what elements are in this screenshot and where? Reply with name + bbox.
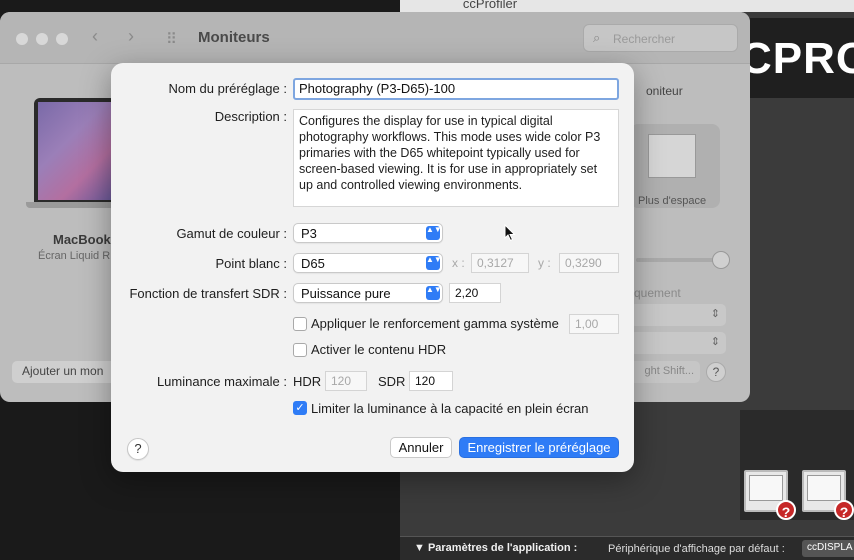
forward-icon[interactable]: › — [128, 26, 134, 47]
preset-name-label: Nom du préréglage : — [168, 81, 287, 96]
laptop-screen — [38, 102, 112, 200]
help-button[interactable]: ? — [706, 362, 726, 382]
window-title: Moniteurs — [198, 29, 270, 46]
sdr-transfer-popup[interactable]: Puissance pure ▲▼ — [293, 283, 443, 303]
monitor-heading: oniteur — [646, 84, 683, 98]
x-field[interactable]: 0,3127 — [471, 253, 529, 273]
macbook-display-image[interactable] — [26, 98, 124, 208]
question-badge-icon: ? — [834, 500, 854, 520]
sdr-transfer-value: Puissance pure — [301, 286, 391, 301]
white-point-label: Point blanc : — [215, 256, 287, 271]
preset-name-field[interactable]: Photography (P3-D65)-100 — [293, 78, 619, 100]
popup-select[interactable]: ⇕ — [630, 332, 726, 354]
y-field[interactable]: 0,3290 — [559, 253, 619, 273]
chevron-updown-icon: ⇕ — [710, 336, 720, 348]
minimize-window-button[interactable] — [36, 33, 48, 45]
apply-gamma-label: Appliquer le renforcement gamma système — [311, 316, 559, 331]
chevron-updown-icon: ⇕ — [710, 308, 720, 320]
mouse-pointer-icon — [504, 224, 516, 242]
add-monitor-button[interactable]: Ajouter un mon — [12, 361, 116, 383]
hdr-luminance-field[interactable]: 120 — [325, 371, 367, 391]
sdr-transfer-label: Fonction de transfert SDR : — [129, 286, 287, 301]
gamut-value: P3 — [301, 226, 317, 241]
grid-icon[interactable]: ⠿ — [166, 30, 177, 48]
auto-brightness-label: quement — [634, 286, 681, 300]
x-label: x : — [452, 256, 465, 270]
laptop-base — [26, 202, 124, 208]
zoom-window-button[interactable] — [56, 33, 68, 45]
stepper-icon: ▲▼ — [426, 226, 442, 240]
sdr-label: SDR — [378, 374, 406, 389]
preset-sheet: Nom du préréglage : Photography (P3-D65)… — [111, 63, 634, 472]
search-field[interactable]: ⌕ Rechercher — [583, 24, 738, 52]
brightness-slider[interactable] — [636, 251, 730, 269]
ccprofiler-title: ccProfiler — [462, 0, 518, 11]
max-luminance-label: Luminance maximale : — [156, 374, 287, 389]
popup-select[interactable]: ⇕ — [630, 304, 726, 326]
question-badge-icon: ? — [776, 500, 796, 520]
apply-gamma-checkbox[interactable] — [293, 317, 307, 331]
default-device-select[interactable]: ccDISPLA — [802, 540, 854, 557]
save-preset-button[interactable]: Enregistrer le préréglage — [459, 437, 619, 458]
display-screen — [749, 475, 783, 501]
y-label: y : — [538, 256, 551, 270]
cancel-button[interactable]: Annuler — [390, 437, 452, 458]
gamut-label: Gamut de couleur : — [176, 226, 287, 241]
close-window-button[interactable] — [16, 33, 28, 45]
gamma-field[interactable]: 2,20 — [449, 283, 501, 303]
app-settings-bar: ▼ Paramètres de l'application : Périphér… — [400, 536, 854, 560]
ccprofiler-logo: CPRO — [740, 34, 854, 83]
back-icon[interactable]: ‹ — [92, 26, 98, 47]
app-settings-toggle[interactable]: ▼ Paramètres de l'application : — [414, 542, 577, 554]
white-point-popup[interactable]: D65 ▲▼ — [293, 253, 443, 273]
display-subtitle: Écran Liquid R — [38, 250, 111, 262]
apply-gamma-field[interactable]: 1,00 — [569, 314, 619, 334]
more-space-preview — [648, 134, 696, 178]
search-placeholder: Rechercher — [613, 32, 676, 46]
display-name: MacBook — [53, 232, 111, 247]
description-label: Description : — [214, 109, 287, 124]
hdr-label: HDR — [293, 374, 322, 389]
slider-knob[interactable] — [712, 251, 730, 269]
gamut-popup[interactable]: P3 ▲▼ — [293, 223, 443, 243]
sdr-luminance-field[interactable]: 120 — [409, 371, 453, 391]
enable-hdr-checkbox[interactable] — [293, 343, 307, 357]
white-point-value: D65 — [301, 256, 325, 271]
display-device-icon[interactable]: ? — [744, 470, 796, 520]
stepper-icon: ▲▼ — [426, 286, 442, 300]
limit-luminance-checkbox[interactable]: ✓ — [293, 401, 307, 415]
display-screen — [807, 475, 841, 501]
display-device-icon[interactable]: ? — [802, 470, 854, 520]
enable-hdr-label: Activer le contenu HDR — [311, 342, 447, 357]
description-textarea[interactable]: Configures the display for use in typica… — [293, 109, 619, 207]
help-button[interactable]: ? — [127, 438, 149, 460]
stepper-icon: ▲▼ — [426, 256, 442, 270]
search-icon: ⌕ — [593, 30, 601, 45]
more-space-label: Plus d'espace — [638, 195, 707, 207]
limit-luminance-label: Limiter la luminance à la capacité en pl… — [311, 401, 589, 416]
default-device-label: Périphérique d'affichage par défaut : — [608, 543, 785, 555]
